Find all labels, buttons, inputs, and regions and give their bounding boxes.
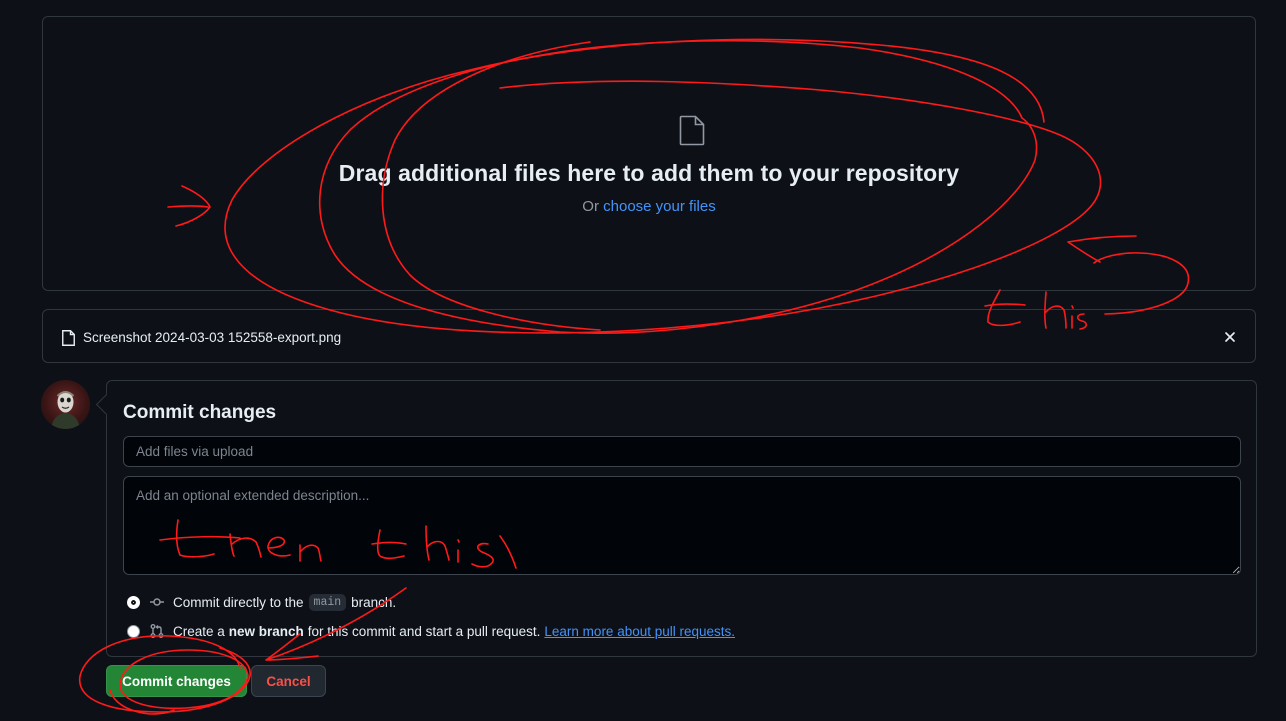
commit-changes-button[interactable]: Commit changes	[106, 665, 247, 697]
branch-name-chip: main	[308, 593, 347, 611]
new-branch-text-start: Create a	[173, 623, 225, 639]
commit-direct-radio[interactable]	[127, 595, 140, 609]
new-branch-option[interactable]: Create a new branch for this commit and …	[127, 622, 735, 640]
uploaded-file-name: Screenshot 2024-03-03 152558-export.png	[83, 330, 342, 345]
commit-direct-option[interactable]: Commit directly to the main branch.	[127, 593, 396, 611]
new-branch-bold: new branch	[228, 623, 304, 639]
commit-summary-input[interactable]	[123, 436, 1241, 467]
drop-zone-subtitle: Or choose your files	[43, 198, 1255, 215]
commit-form-pointer	[95, 393, 118, 416]
file-drop-zone[interactable]: Drag additional files here to add them t…	[42, 16, 1256, 291]
avatar	[41, 380, 90, 429]
git-commit-icon	[150, 598, 164, 606]
uploaded-file-row: Screenshot 2024-03-03 152558-export.png	[42, 309, 1256, 363]
file-icon	[62, 330, 75, 346]
new-branch-radio[interactable]	[127, 624, 140, 638]
new-branch-text-end: for this commit and start a pull request…	[307, 623, 541, 639]
choose-files-link[interactable]: choose your files	[603, 198, 716, 215]
avatar-image	[51, 391, 80, 429]
drop-zone-title: Drag additional files here to add them t…	[338, 160, 960, 186]
commit-description-input[interactable]	[123, 476, 1241, 575]
commit-form: Commit changes Commit directly to the ma…	[95, 380, 1257, 657]
file-icon	[679, 115, 705, 146]
commit-heading: Commit changes	[123, 402, 277, 423]
x-icon[interactable]	[1223, 330, 1237, 344]
git-pull-request-icon	[150, 624, 164, 638]
commit-direct-text-end: branch.	[351, 594, 397, 610]
pull-requests-help-link[interactable]: Learn more about pull requests.	[544, 624, 735, 639]
cancel-button[interactable]: Cancel	[251, 665, 326, 697]
upload-files-page: Drag additional files here to add them t…	[0, 0, 1286, 721]
drop-zone-or-text: Or	[582, 198, 599, 215]
commit-direct-text: Commit directly to the	[173, 594, 304, 610]
